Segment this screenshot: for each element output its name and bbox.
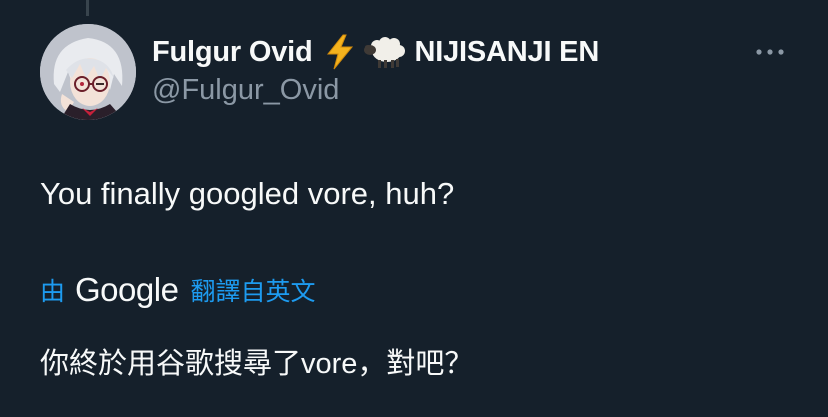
author-org-name[interactable]: NIJISANJI EN: [415, 36, 600, 69]
tweet-text: You finally googled vore, huh?: [40, 176, 455, 211]
sheep-icon: [363, 34, 407, 70]
translated-text: 你終於用谷歌搜尋了vore，對吧？: [40, 348, 474, 380]
avatar[interactable]: [40, 24, 136, 120]
author-display-name[interactable]: Fulgur Ovid: [152, 36, 313, 69]
translated-by-label: 由: [40, 278, 66, 306]
author-handle[interactable]: @Fulgur_Ovid: [152, 74, 339, 107]
translation-attribution[interactable]: 由 Google 翻譯自英文: [40, 268, 315, 312]
more-options-button[interactable]: [752, 40, 788, 64]
thread-connector-line: [86, 0, 89, 16]
author-name-row[interactable]: Fulgur Ovid NIJISANJI EN: [152, 32, 599, 72]
lightning-bolt-icon: [325, 34, 355, 70]
translated-from-label[interactable]: 翻譯自英文: [190, 272, 315, 308]
tweet: Fulgur Ovid NIJISANJI EN @Fulgur_Ovid Yo…: [0, 0, 828, 417]
more-dots-icon: [756, 49, 784, 55]
google-logo: Google: [75, 271, 179, 308]
avatar-image: [40, 24, 136, 120]
